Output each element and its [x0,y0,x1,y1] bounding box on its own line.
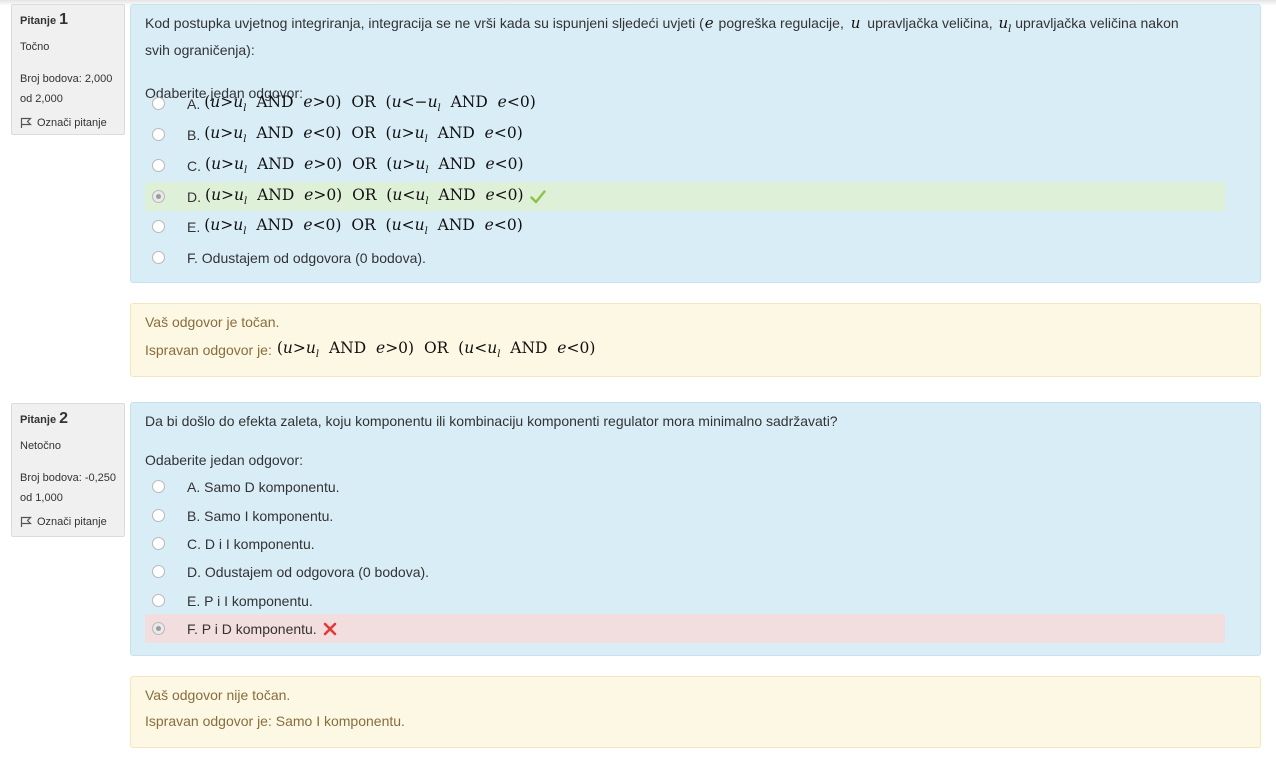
radio-button[interactable] [152,509,165,522]
feedback-correct-answer: Ispravan odgovor je: (u>ul AND e>0) OR (… [145,339,1246,360]
feedback-result: Vaš odgovor nije točan. [145,687,291,703]
radio-button[interactable] [152,251,165,264]
question-text-1: Kod postupka uvjetnog integriranja, inte… [145,14,1179,58]
question-grade: Broj bodova: 2,000 od 2,000 [20,73,113,105]
question-number-value: 2 [59,410,69,427]
answer-option-e[interactable]: E. P i I komponentu. [145,586,1225,615]
flag-question-link[interactable]: Označi pitanje [20,117,124,129]
question-info-2: Pitanje 2 Netočno Broj bodova: -0,250 od… [11,403,125,537]
answer-option-a[interactable]: A. Samo D komponentu. [145,472,1225,501]
option-formula: (u>ul AND e<0) OR (u<ul AND e<0) [204,215,523,238]
question-number-2: Pitanje 2 [20,410,124,428]
option-letter: B. [187,507,201,524]
answer-option-f[interactable]: F. P i D komponentu. [145,614,1225,643]
question-label: Pitanje [20,15,57,27]
radio-button[interactable] [152,97,165,110]
option-letter: D. [187,563,201,580]
option-letter: C. [187,535,201,552]
question-number-value: 1 [59,11,69,28]
question-content-1: Kod postupka uvjetnog integriranja, inte… [130,4,1261,283]
flag-question-link[interactable]: Označi pitanje [20,516,124,528]
feedback-correct-answer: Ispravan odgovor je: Samo I komponentu. [145,713,405,729]
option-letter: B. [187,126,201,143]
answer-option-b[interactable]: B. Samo I komponentu. [145,501,1225,530]
question-label: Pitanje [20,414,57,426]
feedback-2: Vaš odgovor nije točan. Ispravan odgovor… [130,676,1261,748]
option-letter: F. [187,620,198,637]
answer-option-c[interactable]: C. (u>ul AND e>0) OR (u>ul AND e<0) [145,151,1225,180]
radio-button[interactable] [152,159,165,172]
option-text: Odustajem od odgovora (0 bodova). [201,249,426,266]
flag-icon [20,117,32,128]
question-number-1: Pitanje 1 [20,11,124,29]
option-letter: F. [187,249,198,266]
option-letter: E. [187,218,201,235]
option-formula: (u>ul AND e<0) OR (u>ul AND e<0) [204,123,523,146]
option-letter: D. [187,188,201,205]
option-text: Samo D komponentu. [204,478,340,495]
option-formula: (u>ul AND e>0) OR (u<−ul AND e<0) [204,92,536,115]
option-text: Odustajem od odgovora (0 bodova). [204,563,430,580]
answer-option-f[interactable]: F. Odustajem od odgovora (0 bodova). [145,243,1225,272]
question-grade: Broj bodova: -0,250 od 1,000 [20,472,117,504]
radio-button[interactable] [152,565,165,578]
question-content-2: Da bi došlo do efekta zaleta, koju kompo… [130,402,1261,656]
option-formula: (u>ul AND e>0) OR (u<ul AND e<0) [205,185,524,208]
option-text: P i D komponentu. [201,620,317,637]
option-letter: C. [187,157,201,174]
question-state: Netočno [20,440,61,452]
flag-label: Označi pitanje [37,117,107,129]
option-text: P i I komponentu. [204,592,313,609]
answer-option-e[interactable]: E. (u>ul AND e<0) OR (u<ul AND e<0) [145,212,1225,241]
radio-button[interactable] [152,128,165,141]
answer-option-d[interactable]: D. (u>ul AND e>0) OR (u<ul AND e<0) [145,182,1225,211]
radio-button[interactable] [152,480,165,493]
answer-option-a[interactable]: A. (u>ul AND e>0) OR (u<−ul AND e<0) [145,89,1225,118]
radio-button-selected[interactable] [152,622,165,635]
answer-option-b[interactable]: B. (u>ul AND e<0) OR (u>ul AND e<0) [145,120,1225,149]
option-letter: E. [187,592,201,609]
answer-option-d[interactable]: D. Odustajem od odgovora (0 bodova). [145,557,1225,586]
radio-button[interactable] [152,537,165,550]
radio-button-selected[interactable] [152,190,165,203]
option-text: Samo I komponentu. [204,507,334,524]
flag-icon [20,516,32,527]
feedback-result: Vaš odgovor je točan. [145,314,280,330]
question-text-2: Da bi došlo do efekta zaleta, koju kompo… [145,413,838,429]
option-text: D i I komponentu. [204,535,315,552]
answer-option-c[interactable]: C. D i I komponentu. [145,529,1225,558]
feedback-1: Vaš odgovor je točan. Ispravan odgovor j… [130,303,1261,377]
feedback-correct-formula: (u>ul AND e>0) OR (u<ul AND e<0) [276,339,596,361]
flag-label: Označi pitanje [37,516,107,528]
option-letter: A. [187,478,201,495]
feedback-correct-label: Ispravan odgovor je: [145,341,272,358]
option-formula: (u>ul AND e>0) OR (u>ul AND e<0) [205,154,524,177]
radio-button[interactable] [152,594,165,607]
question-state: Točno [20,41,50,53]
radio-button[interactable] [152,220,165,233]
question-info-1: Pitanje 1 Točno Broj bodova: 2,000 od 2,… [11,4,125,135]
check-icon [529,189,546,204]
option-letter: A. [187,95,201,112]
answer-prompt: Odaberite jedan odgovor: [145,452,303,468]
cross-icon [323,622,337,636]
